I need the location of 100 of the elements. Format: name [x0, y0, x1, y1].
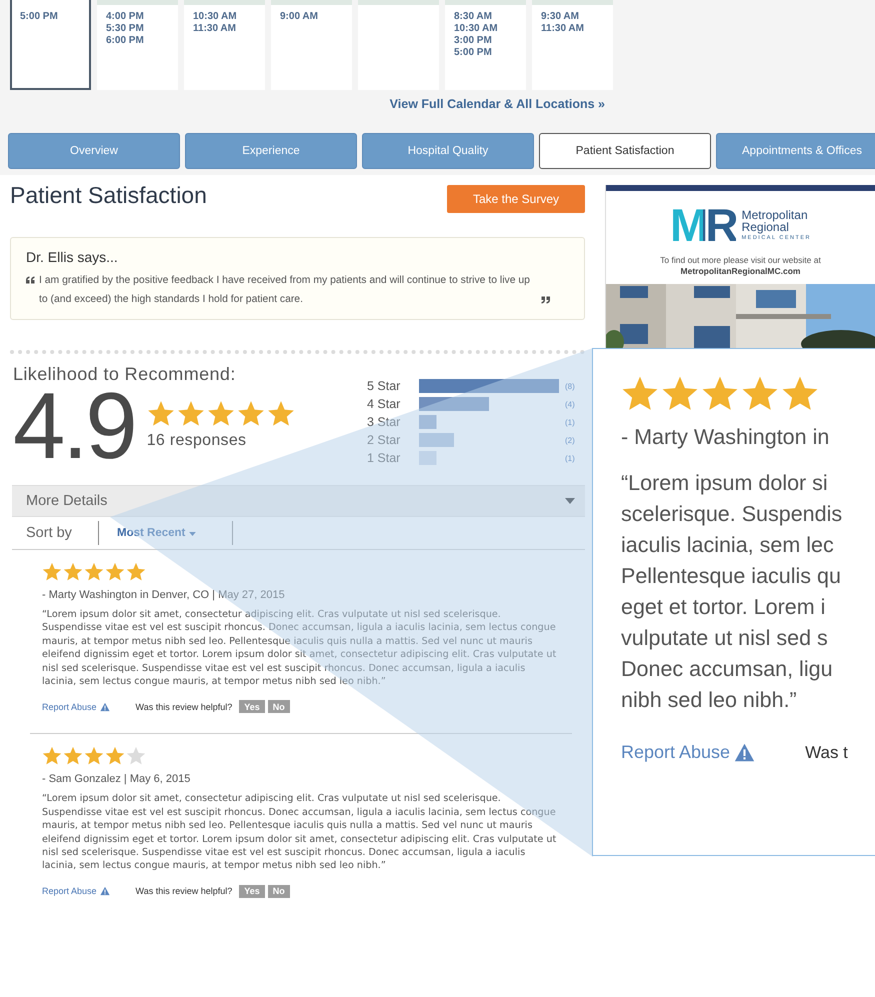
review-author: - Marty Washington in Denver, CO | May 27, 2015 [42, 589, 286, 601]
quote-text: I am gratified by the positive feedback I have received from my patients and will continue to strive to live up to (and exceed) the high standards I hold for patient care. [39, 274, 531, 307]
review-text-line: iaculis lacinia, sem lec [621, 532, 834, 559]
star-icon [206, 400, 235, 428]
star-icon [105, 746, 125, 766]
tab[interactable]: Overview [8, 133, 180, 169]
review-author: - Sam Gonzalez | May 6, 2015 [42, 773, 192, 786]
star-icon [105, 562, 125, 582]
bar-value-label: (4) [565, 400, 575, 409]
star-icon [63, 562, 83, 582]
helpful-question: Was this review helpful? [136, 702, 232, 712]
chart-bar [419, 451, 436, 465]
review-text-line: Pellentesque iaculis qu [621, 563, 841, 590]
chart-bar [419, 433, 454, 447]
calendar-day[interactable]: 10:30 AM 11:30 AM [184, 0, 265, 90]
star-icon [741, 375, 779, 413]
star-icon [701, 375, 739, 413]
survey-button[interactable]: Take the Survey [447, 185, 585, 213]
star-icon [42, 746, 62, 766]
star-icon [236, 400, 265, 428]
review-text-line: eget et tortor. Lorem i [621, 594, 826, 621]
star-icon [176, 400, 205, 428]
ad-website: MetropolitanRegionalMC.com [680, 266, 800, 276]
tab[interactable]: Appointments & Offices [716, 133, 875, 169]
time-slot[interactable]: 5:00 PM [20, 11, 58, 23]
report-abuse-link[interactable]: Report Abuse [42, 702, 110, 712]
review-text-line: “Lorem ipsum dolor si [621, 470, 828, 497]
time-slot[interactable]: 8:30 AM [454, 11, 492, 23]
time-slot[interactable]: 9:30 AM [541, 11, 579, 23]
response-count: 16 responses [146, 432, 248, 450]
time-slot[interactable]: 11:30 AM [193, 23, 236, 35]
details-bar[interactable]: More Details [12, 485, 585, 517]
quote-open-icon [26, 276, 35, 284]
helpful-question: Was t [805, 742, 848, 762]
bar-label: 1 Star [367, 451, 400, 465]
star-icon [621, 375, 659, 413]
logo-name: Metropolitan [742, 209, 809, 221]
star-icon [126, 746, 146, 766]
bar-value-label: (8) [565, 382, 575, 391]
tab[interactable]: Patient Satisfaction [539, 133, 711, 169]
tab[interactable]: Experience [185, 133, 357, 169]
bar-label: 5 Star [367, 379, 400, 393]
warning-icon [734, 742, 756, 763]
bar-label: 2 Star [367, 433, 400, 447]
sort-dropdown[interactable]: Most Recent [98, 521, 233, 545]
star-icon [146, 400, 175, 428]
star-icon [661, 375, 699, 413]
time-slot[interactable]: 4:00 PM [106, 11, 144, 23]
chart-bar [419, 415, 436, 429]
star-icon [781, 375, 819, 413]
bar-value-label: (1) [565, 418, 575, 427]
bar-label: 4 Star [367, 397, 400, 411]
star-icon [266, 400, 295, 428]
review-author: - Marty Washington in [621, 425, 830, 450]
review-text-line: scelerisque. Suspendis [621, 501, 842, 528]
section-title: Patient Satisfaction [10, 182, 207, 208]
star-icon [42, 562, 62, 582]
report-abuse-link[interactable]: Report Abuse [42, 886, 110, 896]
calendar-day[interactable]: 8:30 AM 10:30 AM 3:00 PM 5:00 PM [445, 0, 526, 90]
star-icon [84, 746, 104, 766]
time-slot[interactable]: 10:30 AM [454, 23, 498, 35]
calendar-day[interactable]: 5:00 PM [10, 0, 91, 90]
bar-value-label: (2) [565, 436, 575, 445]
review-text: “Lorem ipsum dolor sit amet, consectetur adipiscing elit. Cras vulputate ut nisl sed scelerisque. Suspendisse vitae est vel est suscipit rhoncus. Donec accumsan, ligula a iaculis lacinia, sem lectus congue mauris, at tempor metus nibh sed leo. Pellentesque iaculis quis nulla a mattis. Sed vel nunc ut mauris eleifend dignissim eget et tortor. Lorem ipsum dolor sit amet, consectetur adipiscing elit. Cras vulputate ut nisl sed scelerisque. Suspendisse vitae est vel est suscipit rhoncus. Donec accumsan, ligula a iaculis lacinia, sem lectus congue mauris, at tempor metus nibh sed leo nibh.” [42, 792, 557, 873]
calendar-link[interactable]: View Full Calendar & All Locations » [390, 96, 605, 112]
caret-icon [565, 498, 575, 504]
recommend-title: Likelihood to Recommend: [13, 364, 237, 384]
review-text-line: nibh sed leo nibh.” [621, 687, 797, 714]
time-slot[interactable]: 5:00 PM [454, 47, 492, 59]
time-slot[interactable]: 3:00 PM [454, 35, 492, 47]
sort-label: Sort by [25, 525, 73, 541]
logo-name: Regional [742, 221, 789, 233]
warning-icon [100, 702, 110, 712]
calendar-day[interactable]: 9:00 AM [271, 0, 352, 90]
review-text: “Lorem ipsum dolor sit amet, consectetur adipiscing elit. Cras vulputate ut nisl sed scelerisque. Suspendisse vitae est vel est suscipit rhoncus. Donec accumsan, ligula a iaculis lacinia, sem lectus congue mauris, at tempor metus nibh sed leo. Pellentesque iaculis quis nulla a mattis. Sed vel nunc ut mauris eleifend dignissim eget et tortor. Lorem ipsum dolor sit amet, consectetur adipiscing elit. Cras vulputate ut nisl sed scelerisque. Suspendisse vitae est vel est suscipit rhoncus. Donec accumsan, ligula a iaculis lacinia, sem lectus congue mauris, at tempor metus nibh sed leo nibh.” [42, 608, 557, 688]
time-slot[interactable]: 5:30 PM [106, 23, 144, 35]
time-slot[interactable]: 9:00 AM [280, 11, 318, 23]
star-icon [84, 562, 104, 582]
time-slot[interactable]: 10:30 AM [193, 11, 237, 23]
time-slot[interactable]: 11:30 AM [541, 23, 584, 35]
quote-close-icon [541, 296, 550, 304]
review-text-line: vulputate ut nisl sed s [621, 625, 828, 652]
bar-label: 3 Star [367, 415, 400, 429]
calendar-day[interactable]: 4:00 PM 5:30 PM 6:00 PM [97, 0, 178, 90]
bar-value-label: (1) [565, 454, 575, 463]
quote-title: Dr. Ellis says... [26, 248, 119, 266]
ad-text: To find out more please visit our website at [660, 255, 821, 265]
time-slot[interactable]: 6:00 PM [106, 35, 144, 47]
star-icon [126, 562, 146, 582]
report-abuse-link[interactable]: Report Abuse [621, 742, 756, 763]
star-icon [63, 746, 83, 766]
tab[interactable]: Hospital Quality [362, 133, 534, 169]
chart-bar [419, 397, 489, 411]
warning-icon [100, 886, 110, 896]
details-label: More Details [26, 493, 108, 509]
calendar-day[interactable] [358, 0, 439, 90]
review-text-line: Donec accumsan, ligu [621, 656, 833, 683]
score-value: 4.9 [13, 384, 135, 468]
helpful-question: Was this review helpful? [136, 886, 232, 896]
calendar-day[interactable]: 9:30 AM 11:30 AM [532, 0, 613, 90]
